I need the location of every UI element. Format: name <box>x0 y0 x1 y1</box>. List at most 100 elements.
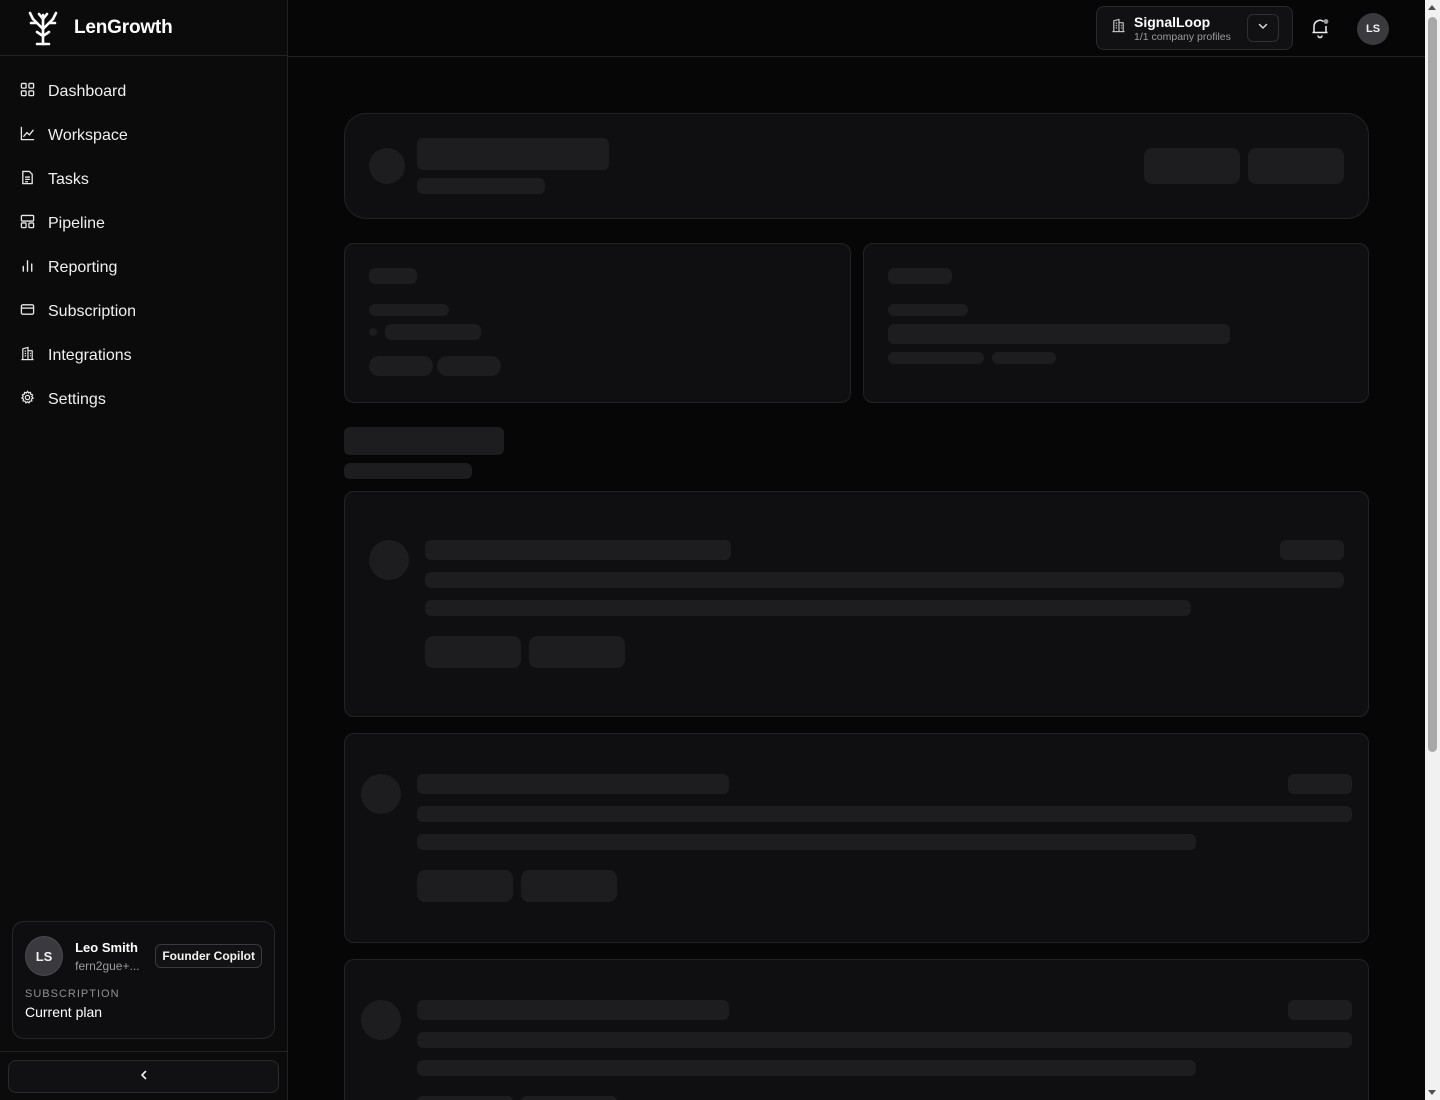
list-item-skeleton <box>344 733 1369 943</box>
skeleton-line <box>425 572 1344 588</box>
skeleton-line <box>888 324 1230 344</box>
user-info: Leo Smith fern2gue+... <box>75 940 147 973</box>
collapse-sidebar-button[interactable] <box>8 1060 279 1093</box>
company-info: SignalLoop 1/1 company profiles <box>1134 14 1231 43</box>
sidebar-item-label: Reporting <box>48 259 118 276</box>
skeleton-button <box>521 1096 617 1100</box>
skeleton-badge <box>1288 774 1352 794</box>
skeleton-chip <box>437 356 501 376</box>
skeleton-section-subtitle <box>344 463 472 479</box>
sidebar-item-label: Tasks <box>48 171 89 188</box>
skeleton-button <box>529 636 625 668</box>
sidebar-item-workspace[interactable]: Workspace <box>0 114 287 158</box>
sidebar: LenGrowth Dashboard Workspace Tasks Pipe… <box>0 0 288 1100</box>
topbar: SignalLoop 1/1 company profiles LS <box>288 0 1425 57</box>
skeleton-line <box>417 806 1352 822</box>
sidebar-item-label: Workspace <box>48 127 128 144</box>
line-chart-icon <box>20 126 35 146</box>
skeleton-action-button <box>1144 148 1240 184</box>
sidebar-item-label: Dashboard <box>48 83 127 100</box>
sidebar-item-dashboard[interactable]: Dashboard <box>0 70 287 114</box>
credit-card-icon <box>20 302 35 322</box>
user-row: LS Leo Smith fern2gue+... Founder Copilo… <box>25 936 262 976</box>
brand-name: LenGrowth <box>74 16 173 38</box>
skeleton-subtitle <box>417 178 545 194</box>
skeleton-line <box>425 600 1191 616</box>
building-icon <box>1111 18 1126 38</box>
scroll-up-arrow-icon[interactable] <box>1428 5 1436 10</box>
skeleton-line <box>425 540 731 560</box>
layout-icon <box>20 214 35 234</box>
skeleton-avatar <box>361 774 401 814</box>
skeleton-line <box>888 268 952 284</box>
sidebar-item-settings[interactable]: Settings <box>0 378 287 422</box>
document-icon <box>20 170 35 190</box>
sidebar-item-tasks[interactable]: Tasks <box>0 158 287 202</box>
skeleton-avatar <box>369 540 409 580</box>
tree-logo-icon <box>24 9 62 47</box>
skeleton-line <box>417 834 1196 850</box>
subscription-value: Current plan <box>25 1004 103 1020</box>
skeleton-line <box>888 352 984 364</box>
list-item-skeleton <box>344 491 1369 717</box>
skeleton-button <box>417 1096 513 1100</box>
skeleton-line <box>369 304 449 316</box>
skeleton-avatar <box>369 148 405 184</box>
sidebar-item-label: Pipeline <box>48 215 105 232</box>
brand[interactable]: LenGrowth <box>0 0 287 56</box>
skeleton-section-title <box>344 427 504 455</box>
sidebar-item-label: Subscription <box>48 303 137 320</box>
company-profiles-count: 1/1 company profiles <box>1134 30 1231 43</box>
skeleton-chip <box>369 356 433 376</box>
company-dropdown-button[interactable] <box>1247 14 1279 42</box>
skeleton-line <box>417 774 729 794</box>
page-scrollbar[interactable] <box>1425 0 1440 1100</box>
sidebar-item-label: Integrations <box>48 347 132 364</box>
bar-chart-icon <box>20 258 35 278</box>
skeleton-button <box>417 870 513 902</box>
user-card[interactable]: LS Leo Smith fern2gue+... Founder Copilo… <box>12 921 275 1039</box>
skeleton-line <box>369 268 417 284</box>
skeleton-button <box>425 636 521 668</box>
grid-icon <box>20 82 35 102</box>
avatar: LS <box>25 936 64 976</box>
user-email: fern2gue+... <box>75 958 140 973</box>
subscription-label: SUBSCRIPTION <box>25 988 120 1000</box>
skeleton-line <box>385 324 481 340</box>
summary-skeleton-card <box>344 243 851 403</box>
sidebar-item-integrations[interactable]: Integrations <box>0 334 287 378</box>
notifications-button[interactable] <box>1310 17 1330 39</box>
gear-icon <box>20 390 35 410</box>
skeleton-line <box>417 1000 729 1020</box>
skeleton-badge <box>1280 540 1344 560</box>
company-name: SignalLoop <box>1134 13 1211 30</box>
list-item-skeleton <box>344 959 1369 1100</box>
chevron-down-icon <box>1257 19 1269 37</box>
skeleton-line <box>417 1032 1352 1048</box>
sidebar-nav: Dashboard Workspace Tasks Pipeline Repor… <box>0 56 287 422</box>
bell-icon <box>1310 19 1330 43</box>
user-avatar-button[interactable]: LS <box>1357 13 1389 45</box>
skeleton-line <box>417 1060 1196 1076</box>
header-skeleton-card <box>344 113 1369 219</box>
skeleton-line <box>992 352 1056 364</box>
skeleton-line <box>888 304 968 316</box>
building-icon <box>20 346 35 366</box>
summary-skeleton-card <box>863 243 1369 403</box>
chevron-left-icon <box>138 1068 150 1086</box>
sidebar-item-pipeline[interactable]: Pipeline <box>0 202 287 246</box>
skeleton-action-button <box>1248 148 1344 184</box>
scroll-down-arrow-icon[interactable] <box>1428 1090 1436 1095</box>
skeleton-dot <box>369 328 377 336</box>
company-switcher[interactable]: SignalLoop 1/1 company profiles <box>1096 6 1293 50</box>
skeleton-button <box>521 870 617 902</box>
app-root: LenGrowth Dashboard Workspace Tasks Pipe… <box>0 0 1440 1100</box>
skeleton-badge <box>1288 1000 1352 1020</box>
scroll-thumb[interactable] <box>1428 17 1437 752</box>
user-name: Leo Smith <box>75 939 138 955</box>
sidebar-item-subscription[interactable]: Subscription <box>0 290 287 334</box>
plan-badge: Founder Copilot <box>155 944 262 968</box>
sidebar-item-label: Settings <box>48 391 106 408</box>
sidebar-item-reporting[interactable]: Reporting <box>0 246 287 290</box>
skeleton-avatar <box>361 1000 401 1040</box>
